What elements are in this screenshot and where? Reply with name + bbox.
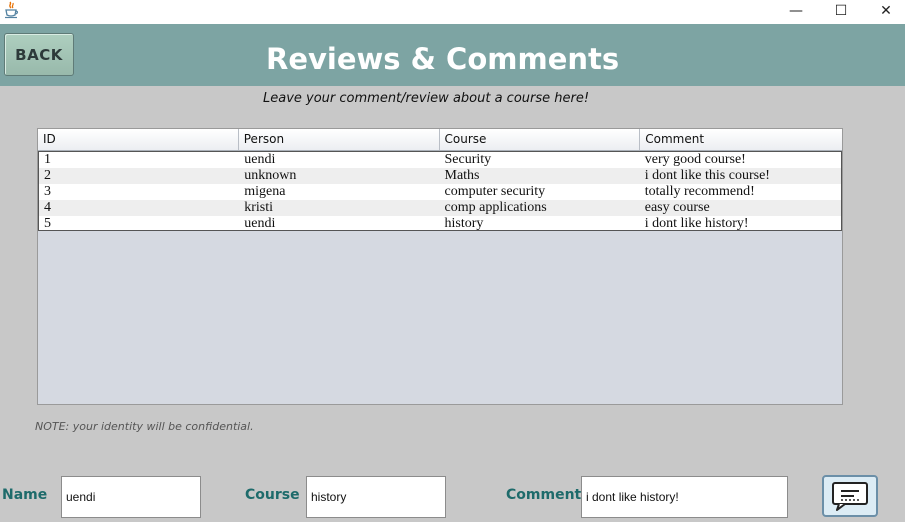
- cell-course: Security: [444, 152, 492, 167]
- comment-label: Comment: [506, 487, 582, 503]
- comment-field[interactable]: [581, 476, 788, 518]
- back-button[interactable]: BACK: [4, 33, 74, 76]
- table-row[interactable]: 5 uendi history i dont like history!: [39, 216, 841, 231]
- cell-course: computer security: [444, 184, 546, 199]
- reviews-table[interactable]: ID Person Course Comment 1 uendi Securit…: [37, 128, 843, 405]
- cell-comment: totally recommend!: [644, 184, 755, 199]
- table-row[interactable]: 3 migena computer security totally recom…: [39, 184, 841, 200]
- cell-id: 3: [44, 184, 51, 199]
- cell-person: kristi: [244, 200, 274, 215]
- cell-course: Maths: [444, 168, 480, 183]
- cell-person: unknown: [244, 168, 297, 183]
- cell-comment: very good course!: [644, 152, 746, 167]
- table-header: ID Person Course Comment: [38, 129, 842, 151]
- submit-comment-button[interactable]: [822, 475, 878, 517]
- table-row[interactable]: 4 kristi comp applications easy course: [39, 200, 841, 216]
- cell-id: 5: [44, 216, 51, 231]
- cell-comment: i dont like this course!: [644, 168, 770, 183]
- cell-person: migena: [244, 184, 286, 199]
- java-cup-icon: [5, 1, 19, 19]
- name-label: Name: [2, 487, 48, 503]
- cell-person: uendi: [244, 216, 276, 231]
- cell-id: 4: [44, 200, 51, 215]
- comment-bubble-icon: [832, 482, 868, 511]
- course-label: Course: [245, 487, 300, 503]
- cell-id: 1: [44, 152, 51, 167]
- cell-id: 2: [44, 168, 51, 183]
- minimize-button[interactable]: —: [773, 0, 819, 22]
- cell-course: history: [444, 216, 484, 231]
- table-row[interactable]: 2 unknown Maths i dont like this course!: [39, 168, 841, 184]
- page-title: Reviews & Comments: [266, 42, 620, 76]
- maximize-button[interactable]: ☐: [818, 0, 864, 22]
- cell-comment: easy course: [644, 200, 710, 215]
- course-field[interactable]: [306, 476, 446, 518]
- cell-person: uendi: [244, 152, 276, 167]
- page-subtitle: Leave your comment/review about a course…: [263, 91, 590, 106]
- cell-comment: i dont like history!: [644, 216, 749, 231]
- cell-course: comp applications: [444, 200, 547, 215]
- column-header-id[interactable]: ID: [38, 129, 239, 150]
- column-header-person[interactable]: Person: [239, 129, 440, 150]
- column-header-comment[interactable]: Comment: [640, 129, 842, 150]
- close-button[interactable]: ✕: [863, 0, 905, 22]
- window-titlebar: — ☐ ✕: [0, 0, 905, 24]
- table-body: 1 uendi Security very good course! 2 unk…: [38, 151, 842, 231]
- confidentiality-note: NOTE: your identity will be confidential…: [35, 420, 254, 433]
- table-row[interactable]: 1 uendi Security very good course!: [39, 152, 841, 168]
- name-field[interactable]: [61, 476, 201, 518]
- column-header-course[interactable]: Course: [440, 129, 641, 150]
- page-header: BACK Reviews & Comments: [0, 24, 905, 86]
